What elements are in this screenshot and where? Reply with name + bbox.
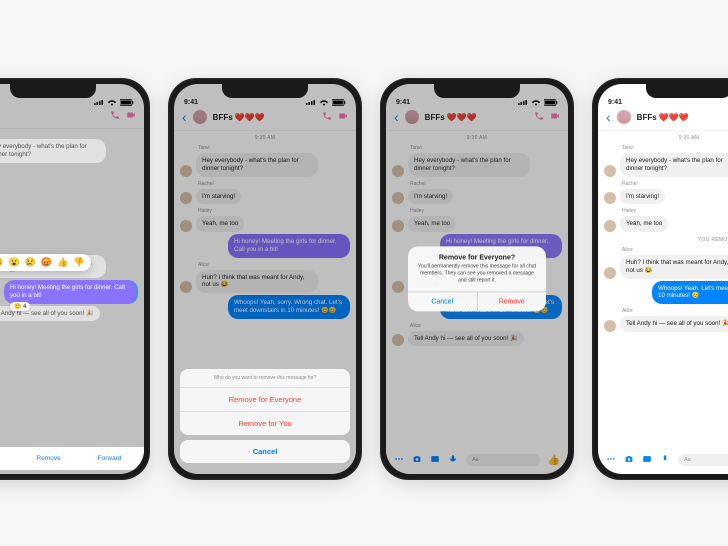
sender-name: Alice [622,308,728,314]
msg-bubble[interactable]: Yeah, me too [620,216,668,232]
mic-icon[interactable] [660,454,670,466]
action-remove[interactable]: Remove [37,455,61,462]
removed-indicator: You removed a message [598,237,728,243]
avatar[interactable] [617,110,631,124]
composer-menu-icon[interactable] [606,454,616,466]
msg-bubble[interactable]: I'm starving! [620,189,665,205]
selected-message[interactable]: Hi honey! Meeting the girls for dinner. … [4,280,136,304]
msg-bubble[interactable]: Tell Andy hi — see all of you soon! 🎉 [620,316,728,332]
action-forward[interactable]: Forward [98,455,122,462]
sender-name: Hailey [622,208,728,214]
gallery-icon[interactable] [642,454,652,466]
alert-cancel-button[interactable]: Cancel [408,293,478,312]
msg-bubble-selected[interactable]: Hi honey! Meeting the girls for dinner. … [4,280,136,304]
msg-bubble[interactable]: Huh? I think that was meant for Andy, no… [620,255,728,279]
message-action-bar: Copy Remove Forward [0,447,144,470]
alert-body: You'll permanently remove this message f… [408,263,546,291]
reaction-emoji[interactable]: 😆 [0,257,3,268]
timestamp: 9:30 AM [598,135,728,141]
sender-name: Tanvi [622,145,728,151]
reaction-emoji[interactable]: 😮 [8,257,19,268]
composer: Aa 👍 [598,450,728,470]
msg-bubble: Hey everybody - what's the plan for dinn… [0,139,106,163]
sheet-prompt: Who do you want to remove this message f… [180,369,350,388]
reaction-badge[interactable]: 🙂 4 [10,302,30,311]
status-time: 9:41 [608,99,622,106]
sheet-option-you[interactable]: Remove for You [180,412,350,435]
msg-bubble-mine[interactable]: Whoops! Yeah. Let's meet downstairs in 1… [652,281,728,305]
sheet-cancel[interactable]: Cancel [180,440,350,463]
reaction-emoji[interactable]: 😡 [41,257,52,268]
reaction-picker[interactable]: 😍 😆 😮 😢 😡 👍 👎 [0,254,91,271]
alert-remove-button[interactable]: Remove [478,293,547,312]
composer-input[interactable]: Aa [678,454,728,466]
action-sheet: Who do you want to remove this message f… [180,369,350,468]
msg-bubble[interactable]: Hey everybody - what's the plan for dinn… [620,153,728,177]
chat-title: BFFs [637,113,657,122]
sender-name: Rachel [622,181,728,187]
sender-name: Alice [622,247,728,253]
sheet-option-everyone[interactable]: Remove for Everyone [180,388,350,412]
reaction-emoji[interactable]: 😢 [25,257,36,268]
header-hearts: ❤️❤️❤️ [659,113,689,122]
alert-title: Remove for Everyone? [408,246,546,263]
chat-header: ‹ BFFs ❤️❤️❤️ [598,108,728,131]
camera-icon[interactable] [624,454,634,466]
confirm-dialog: Remove for Everyone? You'll permanently … [408,246,546,311]
back-icon[interactable]: ‹ [606,110,611,124]
reaction-emoji[interactable]: 👍 [57,257,68,268]
reaction-emoji[interactable]: 👎 [73,257,84,268]
